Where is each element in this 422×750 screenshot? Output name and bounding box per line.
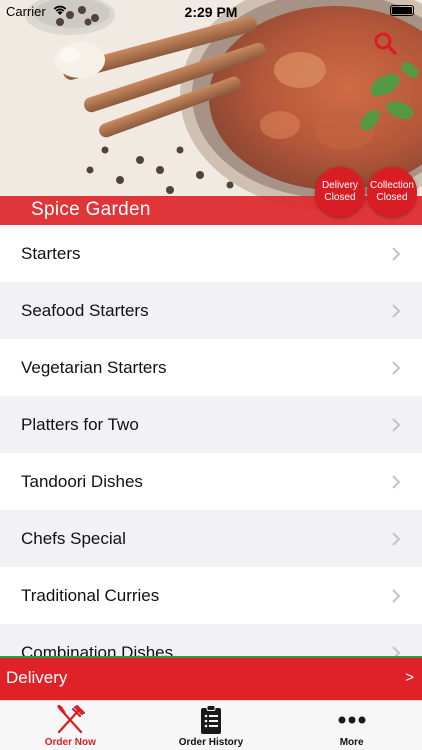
tab-order-history[interactable]: Order History <box>141 701 282 750</box>
menu-item-label: Combination Dishes <box>21 642 174 657</box>
menu-item-label: Tandoori Dishes <box>21 471 143 491</box>
order-mode-label: Delivery <box>6 668 68 687</box>
menu-item-label: Starters <box>21 243 81 263</box>
collection-status-badge[interactable]: Collection Closed <box>367 167 417 217</box>
tab-label: Order Now <box>44 737 96 748</box>
chevron-right-icon <box>392 474 401 489</box>
chevron-right-icon <box>392 360 401 375</box>
chevron-right-icon <box>392 588 401 603</box>
chevron-right-icon <box>392 246 401 261</box>
restaurant-name: Spice Garden <box>31 199 151 220</box>
menu-item-label: Traditional Curries <box>21 585 160 605</box>
clipboard-list-icon <box>201 705 221 734</box>
collection-badge-title: Collection <box>370 180 414 191</box>
collection-badge-state: Closed <box>376 192 408 203</box>
order-mode-bar[interactable]: Delivery > <box>0 656 422 700</box>
menu-item-tandoori-dishes[interactable]: Tandoori Dishes <box>0 453 422 510</box>
menu-item-label: Platters for Two <box>21 414 139 434</box>
menu-item-label: Chefs Special <box>21 528 126 548</box>
menu-item-platters-for-two[interactable]: Platters for Two <box>0 396 422 453</box>
chevron-right-icon <box>392 645 401 656</box>
tab-bar: Order Now Order History More <box>0 700 422 750</box>
tab-label: Order History <box>178 737 244 748</box>
menu-category-list[interactable]: Starters Seafood Starters Vegetarian Sta… <box>0 225 422 656</box>
chevron-right-icon <box>392 417 401 432</box>
status-bar: Carrier 2:29 PM <box>0 0 422 22</box>
menu-item-vegetarian-starters[interactable]: Vegetarian Starters <box>0 339 422 396</box>
more-dots-icon <box>338 716 366 724</box>
status-time: 2:29 PM <box>184 4 238 20</box>
menu-item-combination-dishes[interactable]: Combination Dishes <box>0 624 422 656</box>
menu-item-chefs-special[interactable]: Chefs Special <box>0 510 422 567</box>
delivery-badge-state: Closed <box>324 192 356 203</box>
search-icon[interactable] <box>372 30 398 56</box>
tab-order-now[interactable]: Order Now <box>0 701 141 750</box>
menu-item-traditional-curries[interactable]: Traditional Curries <box>0 567 422 624</box>
menu-item-label: Vegetarian Starters <box>21 357 167 377</box>
tab-more[interactable]: More <box>281 701 422 750</box>
header-banner: Carrier 2:29 PM Spice Garden Delivery Cl… <box>0 0 422 225</box>
menu-item-seafood-starters[interactable]: Seafood Starters <box>0 282 422 339</box>
menu-item-starters[interactable]: Starters <box>0 225 422 282</box>
delivery-status-badge[interactable]: Delivery Closed <box>315 167 365 217</box>
delivery-badge-title: Delivery <box>321 180 359 191</box>
menu-item-label: Seafood Starters <box>21 300 149 320</box>
fork-knife-icon <box>57 704 86 734</box>
tab-label: More <box>339 737 364 748</box>
chevron-right-icon <box>392 303 401 318</box>
battery-icon <box>390 5 414 16</box>
chevron-right-icon <box>392 531 401 546</box>
order-mode-arrow: > <box>405 669 414 686</box>
